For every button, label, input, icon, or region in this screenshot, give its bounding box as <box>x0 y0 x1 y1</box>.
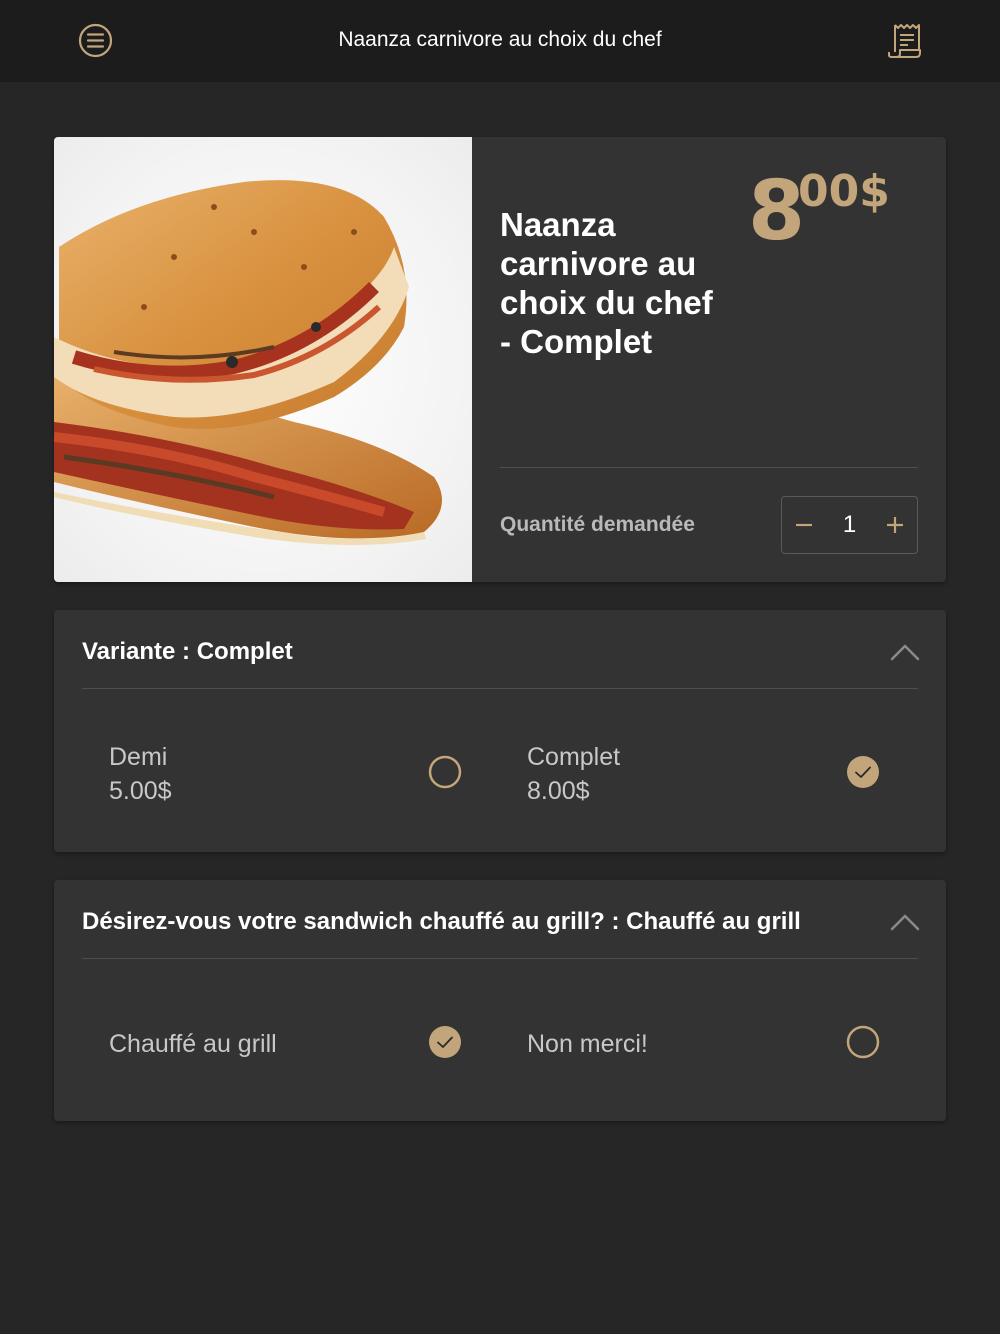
plus-icon <box>887 517 903 533</box>
receipt-icon <box>888 24 921 58</box>
chevron-up-icon <box>890 644 920 661</box>
collapse-button[interactable] <box>890 912 920 932</box>
option-name: Complet <box>527 743 621 771</box>
section-title: Variante : Complet <box>82 638 293 665</box>
quantity-stepper: 1 <box>781 496 918 554</box>
chevron-up-icon <box>890 914 920 931</box>
option-price: 8.00$ <box>527 777 590 805</box>
divider <box>500 467 918 468</box>
price-integer: 8 <box>748 164 806 259</box>
minus-icon <box>796 523 812 527</box>
decrease-quantity-button[interactable] <box>782 497 826 553</box>
page-title: Naanza carnivore au choix du chef <box>338 28 662 51</box>
radio-checked-icon[interactable] <box>846 755 880 789</box>
option-demi[interactable]: Demi 5.00$ <box>82 722 500 822</box>
quantity-label: Quantité demandée <box>500 513 695 536</box>
radio-unchecked-icon[interactable] <box>428 755 462 789</box>
option-non-merci[interactable]: Non merci! <box>500 992 918 1092</box>
product-name: Naanza carnivore au choix du chef - Comp… <box>500 206 713 360</box>
option-price: 5.00$ <box>109 777 172 805</box>
option-name: Demi <box>109 743 168 771</box>
price-decimal: 00$ <box>798 166 890 217</box>
section-title: Désirez-vous votre sandwich chauffé au g… <box>82 908 801 935</box>
variant-section: Variante : Complet Demi 5.00$ Complet 8.… <box>54 610 946 852</box>
product-card: Naanza carnivore au choix du chef - Comp… <box>54 137 946 582</box>
collapse-button[interactable] <box>890 642 920 662</box>
radio-checked-icon[interactable] <box>428 1025 462 1059</box>
option-complet[interactable]: Complet 8.00$ <box>500 722 918 822</box>
option-name: Non merci! <box>527 1030 648 1058</box>
option-chauffe-au-grill[interactable]: Chauffé au grill <box>82 992 500 1092</box>
product-image <box>54 137 472 582</box>
option-name: Chauffé au grill <box>109 1030 277 1058</box>
radio-unchecked-icon[interactable] <box>846 1025 880 1059</box>
quantity-value: 1 <box>842 511 857 538</box>
divider <box>82 688 918 689</box>
receipt-button[interactable] <box>886 22 924 60</box>
divider <box>82 958 918 959</box>
product-price: 8 00$ <box>748 165 890 253</box>
top-bar: Naanza carnivore au choix du chef <box>0 0 1000 82</box>
grill-section: Désirez-vous votre sandwich chauffé au g… <box>54 880 946 1121</box>
increase-quantity-button[interactable] <box>873 497 917 553</box>
